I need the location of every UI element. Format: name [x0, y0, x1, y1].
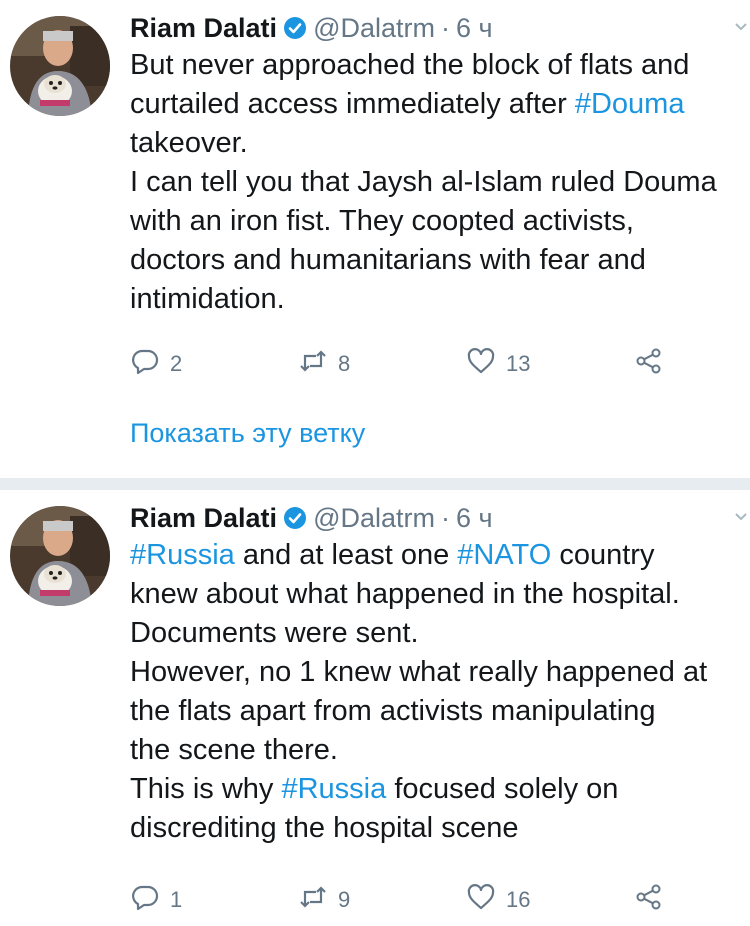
hashtag-link[interactable]: #Russia — [281, 773, 386, 805]
tweet-header: Riam Dalati @Dalatrm · 6 ч — [130, 10, 493, 46]
hashtag-link[interactable]: #Russia — [130, 539, 235, 571]
tweet[interactable]: Riam Dalati @Dalatrm · 6 ч #Russia and a… — [0, 490, 750, 926]
share-button[interactable] — [634, 344, 664, 384]
like-button[interactable]: 13 — [466, 344, 530, 384]
hashtag-link[interactable]: #NATO — [457, 539, 551, 571]
reply-button[interactable]: 2 — [130, 344, 182, 384]
tweet-actions: 1 9 16 — [130, 880, 730, 920]
avatar[interactable] — [10, 16, 110, 116]
separator-dot: · — [440, 12, 450, 43]
show-thread-link[interactable]: Показать эту ветку — [130, 418, 365, 449]
retweet-count: 8 — [338, 351, 351, 376]
verified-badge-icon — [283, 506, 307, 530]
tweet-divider — [0, 478, 750, 490]
retweet-icon — [298, 882, 328, 918]
share-icon — [634, 882, 664, 918]
author-name[interactable]: Riam Dalati — [130, 503, 277, 534]
chevron-down-icon[interactable] — [734, 20, 748, 34]
reply-button[interactable]: 1 — [130, 880, 182, 920]
heart-icon — [466, 346, 496, 382]
tweet-text: #Russia and at least one #NATO country k… — [130, 536, 750, 848]
author-name[interactable]: Riam Dalati — [130, 13, 277, 44]
avatar[interactable] — [10, 506, 110, 606]
tweet-header: Riam Dalati @Dalatrm · 6 ч — [130, 500, 493, 536]
verified-badge-icon — [283, 16, 307, 40]
like-button[interactable]: 16 — [466, 880, 530, 920]
tweet-text-segment: country knew about what happened in the … — [130, 539, 708, 805]
chevron-down-icon[interactable] — [734, 510, 748, 524]
hashtag-link[interactable]: #Douma — [575, 88, 685, 120]
tweet-actions: 2 8 13 — [130, 344, 730, 384]
retweet-button[interactable]: 8 — [298, 344, 350, 384]
share-icon — [634, 346, 664, 382]
reply-icon — [130, 882, 160, 918]
separator-dot: · — [440, 502, 450, 533]
share-button[interactable] — [634, 880, 664, 920]
tweet-text-segment: takeover. I can tell you that Jaysh al-I… — [130, 127, 717, 315]
tweet-text: But never approached the block of flats … — [130, 46, 750, 319]
retweet-icon — [298, 346, 328, 382]
author-handle[interactable]: @Dalatrm — [313, 503, 435, 534]
reply-icon — [130, 346, 160, 382]
tweet[interactable]: Riam Dalati @Dalatrm · 6 ч But never app… — [0, 0, 750, 478]
reply-count: 1 — [170, 887, 183, 912]
reply-count: 2 — [170, 351, 183, 376]
timestamp[interactable]: 6 ч — [456, 13, 493, 44]
retweet-button[interactable]: 9 — [298, 880, 350, 920]
author-handle[interactable]: @Dalatrm — [313, 13, 435, 44]
like-count: 13 — [506, 351, 531, 376]
timestamp[interactable]: 6 ч — [456, 503, 493, 534]
retweet-count: 9 — [338, 887, 351, 912]
heart-icon — [466, 882, 496, 918]
tweet-text-segment: and at least one — [234, 539, 458, 571]
like-count: 16 — [506, 887, 531, 912]
